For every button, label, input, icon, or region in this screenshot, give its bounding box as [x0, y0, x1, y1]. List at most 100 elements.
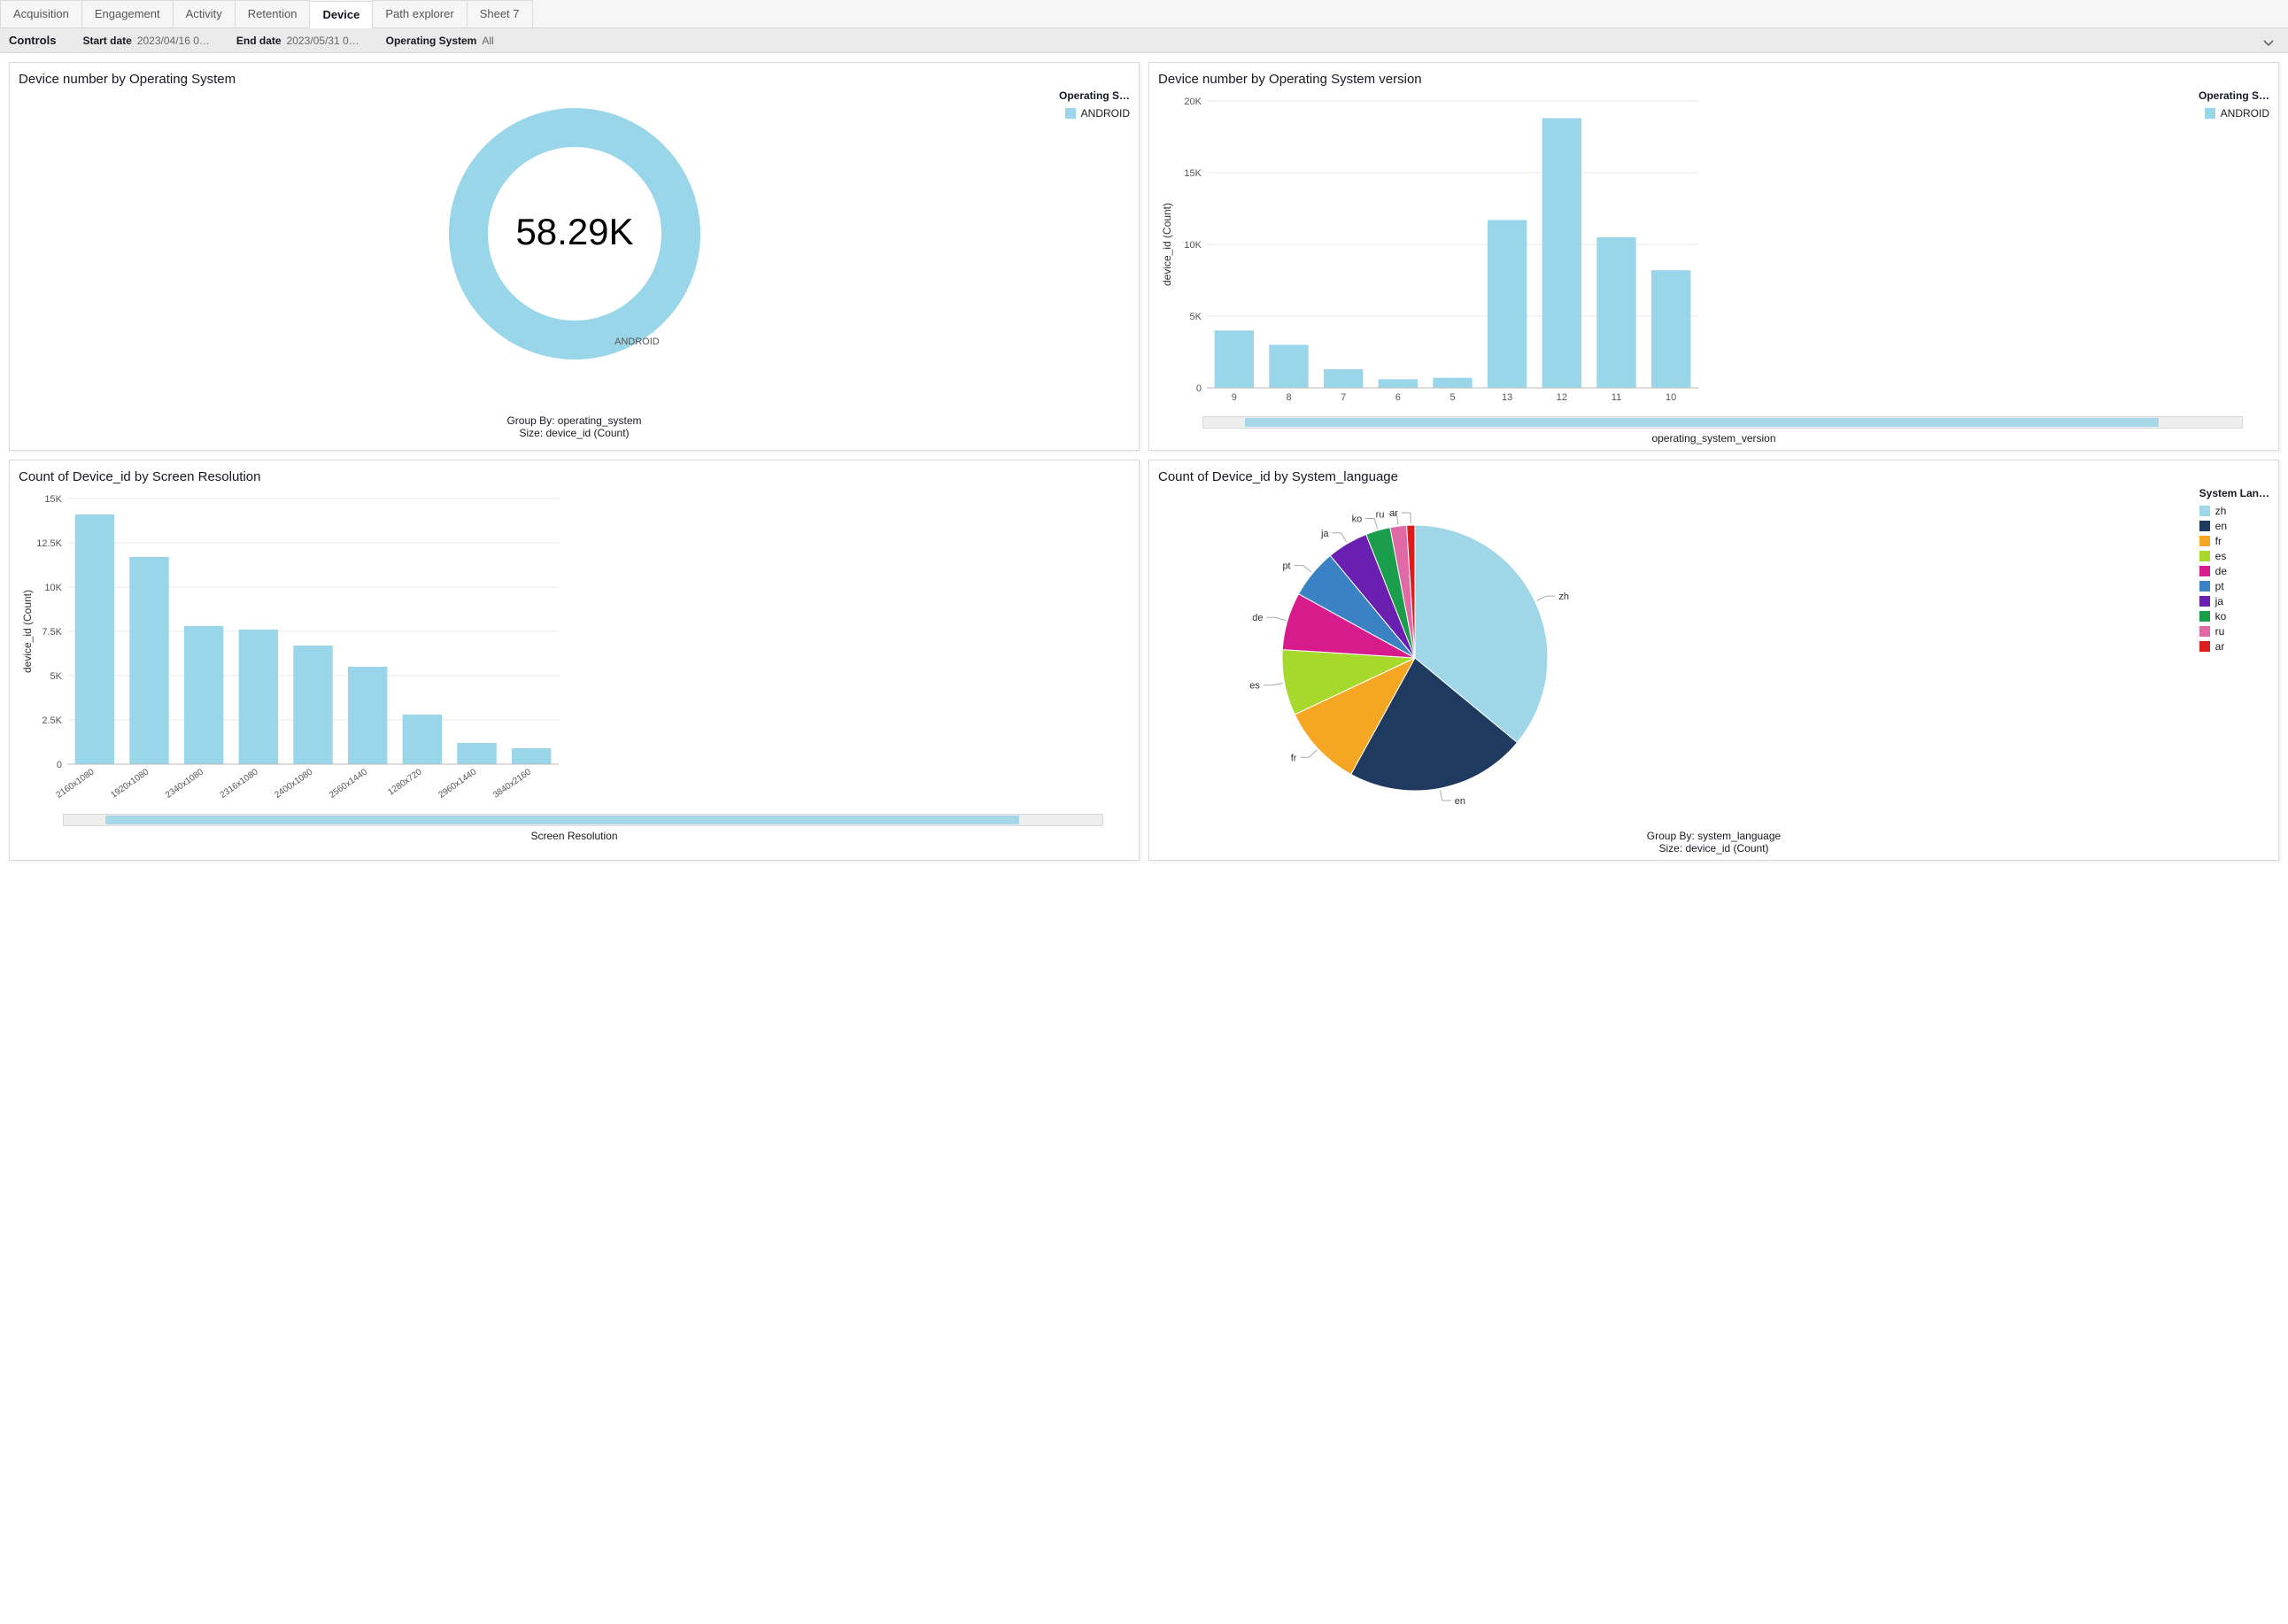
bar-chart-os-version[interactable]: 05K10K15K20Kdevice_id (Count)98765131211… [1158, 92, 1707, 411]
svg-text:5K: 5K [1190, 312, 1202, 322]
sheet-tabs: AcquisitionEngagementActivityRetentionDe… [0, 0, 2288, 28]
legend-swatch-icon [2199, 626, 2210, 637]
bar[interactable] [184, 626, 223, 764]
svg-text:10K: 10K [44, 583, 62, 593]
x-axis-label: operating_system_version [1158, 432, 2269, 445]
bar[interactable] [293, 646, 332, 764]
legend-item-pt[interactable]: pt [2199, 580, 2269, 592]
svg-text:1920x1080: 1920x1080 [109, 767, 151, 800]
control-end-date[interactable]: End date 2023/05/31 0… [236, 35, 359, 47]
legend-item-ru[interactable]: ru [2199, 625, 2269, 638]
svg-text:1280x720: 1280x720 [386, 767, 424, 797]
bar[interactable] [1542, 118, 1581, 388]
svg-text:12.5K: 12.5K [36, 538, 62, 549]
bar[interactable] [75, 514, 114, 764]
legend-item-es[interactable]: es [2199, 550, 2269, 562]
legend-swatch-icon [2199, 536, 2210, 546]
bar[interactable] [129, 557, 168, 764]
pie-chart-language[interactable]: zhenfresdeptjakoruar [1158, 490, 1707, 826]
legend-item-en[interactable]: en [2199, 520, 2269, 532]
tab-engagement[interactable]: Engagement [81, 0, 174, 27]
legend-item-ja[interactable]: ja [2199, 595, 2269, 607]
bar[interactable] [1324, 369, 1363, 388]
panel-device-by-language: Count of Device_id by System_language Sy… [1148, 460, 2279, 861]
legend-item-android[interactable]: ANDROID [2199, 107, 2269, 120]
legend-item-label: ANDROID [2221, 107, 2269, 120]
svg-text:5K: 5K [50, 671, 63, 682]
panel-device-by-resolution: Count of Device_id by Screen Resolution … [9, 460, 1140, 861]
bar[interactable] [1269, 344, 1308, 388]
legend-item-label: es [2215, 550, 2227, 562]
svg-text:11: 11 [1612, 392, 1621, 403]
svg-text:15K: 15K [44, 494, 62, 505]
panel-title: Device number by Operating System [19, 72, 1130, 87]
svg-text:2.5K: 2.5K [42, 715, 62, 726]
svg-text:2160x1080: 2160x1080 [55, 767, 97, 800]
scrollbar-thumb[interactable] [1245, 418, 2159, 427]
legend-swatch-icon [2199, 551, 2210, 561]
svg-text:device_id (Count): device_id (Count) [21, 590, 34, 673]
legend-item-de[interactable]: de [2199, 565, 2269, 577]
svg-text:7.5K: 7.5K [42, 627, 62, 638]
chevron-down-icon[interactable] [2261, 35, 2276, 50]
legend-item-label: fr [2215, 535, 2222, 547]
start-date-label: Start date [82, 35, 131, 47]
legend-item-label: de [2215, 565, 2227, 577]
chart-scrollbar[interactable] [63, 814, 1103, 826]
legend-item-label: en [2215, 520, 2227, 532]
legend-item-zh[interactable]: zh [2199, 505, 2269, 517]
legend-item-ko[interactable]: ko [2199, 610, 2269, 623]
end-date-value: 2023/05/31 0… [287, 35, 359, 47]
svg-text:2960x1440: 2960x1440 [437, 767, 478, 800]
bar[interactable] [1596, 237, 1635, 388]
svg-text:pt: pt [1282, 561, 1290, 571]
svg-text:2560x1440: 2560x1440 [328, 767, 369, 800]
control-start-date[interactable]: Start date 2023/04/16 0… [82, 35, 209, 47]
controls-bar: Controls Start date 2023/04/16 0… End da… [0, 28, 2288, 53]
bar[interactable] [1215, 330, 1254, 388]
bar[interactable] [1651, 270, 1690, 388]
bar[interactable] [457, 743, 496, 764]
svg-text:en: en [1455, 796, 1465, 807]
panel-title: Count of Device_id by Screen Resolution [19, 469, 1130, 484]
control-os[interactable]: Operating System All [386, 35, 494, 47]
tab-sheet-7[interactable]: Sheet 7 [467, 0, 533, 27]
controls-label: Controls [9, 34, 56, 47]
bar[interactable] [1379, 379, 1418, 388]
caption-line-2: Size: device_id (Count) [1158, 842, 2269, 855]
svg-text:20K: 20K [1184, 97, 1202, 107]
donut-chart[interactable]: 58.29K ANDROID [19, 92, 1130, 411]
bar[interactable] [1488, 220, 1527, 388]
x-axis-label: Screen Resolution [19, 830, 1130, 842]
tab-retention[interactable]: Retention [235, 0, 311, 27]
legend-item-fr[interactable]: fr [2199, 535, 2269, 547]
bar[interactable] [403, 715, 442, 764]
bar[interactable] [512, 748, 551, 764]
donut-slice-label: ANDROID [615, 336, 660, 347]
svg-text:5: 5 [1449, 392, 1455, 403]
svg-text:9: 9 [1232, 392, 1237, 403]
legend-item-ar[interactable]: ar [2199, 640, 2269, 653]
bar-chart-resolution[interactable]: 02.5K5K7.5K10K12.5K15Kdevice_id (Count)2… [19, 490, 568, 808]
scrollbar-thumb[interactable] [105, 816, 1019, 824]
end-date-label: End date [236, 35, 282, 47]
bar[interactable] [348, 667, 387, 764]
os-label: Operating System [386, 35, 477, 47]
bar[interactable] [239, 630, 278, 764]
chart-scrollbar[interactable] [1202, 416, 2243, 429]
panel-device-by-os: Device number by Operating System Operat… [9, 62, 1140, 451]
svg-text:ja: ja [1320, 529, 1329, 539]
svg-text:15K: 15K [1184, 168, 1202, 179]
tab-device[interactable]: Device [309, 1, 373, 28]
chart-caption: Group By: system_language Size: device_i… [1158, 830, 2269, 855]
legend-language: System Lan… zhenfresdeptjakoruar [2199, 487, 2269, 655]
panel-title: Count of Device_id by System_language [1158, 469, 2269, 484]
bar[interactable] [1433, 378, 1472, 388]
svg-text:2316x1080: 2316x1080 [219, 767, 260, 800]
tab-path-explorer[interactable]: Path explorer [372, 0, 467, 27]
legend-item-label: ja [2215, 595, 2223, 607]
tab-acquisition[interactable]: Acquisition [0, 0, 82, 27]
chart-caption: Group By: operating_system Size: device_… [19, 414, 1130, 439]
tab-activity[interactable]: Activity [173, 0, 236, 27]
legend-item-label: ko [2215, 610, 2227, 623]
